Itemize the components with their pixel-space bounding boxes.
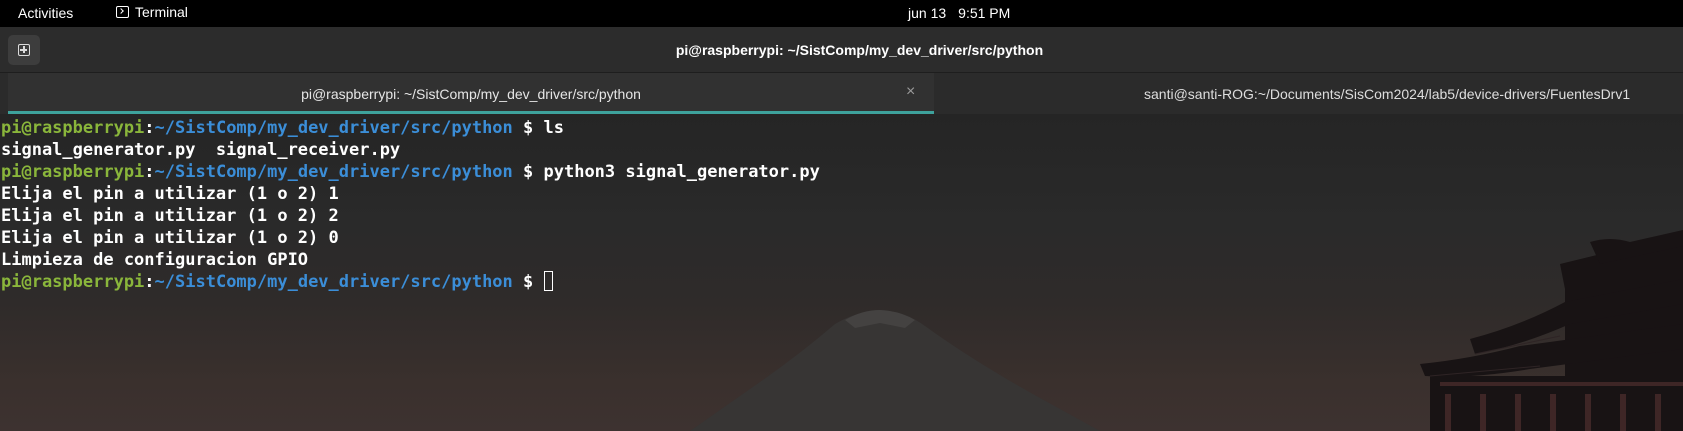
terminal-view[interactable]: pi@raspberrypi:~/SistComp/my_dev_driver/… xyxy=(0,114,1683,431)
tab-label: pi@raspberrypi: ~/SistComp/my_dev_driver… xyxy=(301,86,641,102)
prompt-path: ~/SistComp/my_dev_driver/src/python xyxy=(154,118,513,138)
prompt-user: pi@raspberrypi xyxy=(1,118,145,138)
clock-time: 9:51 PM xyxy=(958,5,1011,21)
terminal-prompt-line: pi@raspberrypi:~/SistComp/my_dev_driver/… xyxy=(1,271,820,293)
terminal-output-line: Elija el pin a utilizar (1 o 2) 1 xyxy=(1,184,339,204)
terminal-prompt-line: pi@raspberrypi:~/SistComp/my_dev_driver/… xyxy=(1,161,820,183)
close-tab-icon[interactable]: × xyxy=(906,84,915,100)
tab-santi-rog[interactable]: santi@santi-ROG:~/Documents/SisCom2024/l… xyxy=(934,73,1683,114)
terminal-output-line: Elija el pin a utilizar (1 o 2) 2 xyxy=(1,206,339,226)
terminal-prompt-line: pi@raspberrypi:~/SistComp/my_dev_driver/… xyxy=(1,117,820,139)
header-bar: pi@raspberrypi: ~/SistComp/my_dev_driver… xyxy=(0,27,1683,73)
clock[interactable]: jun 13 9:51 PM xyxy=(908,5,1010,21)
prompt-symbol: $ xyxy=(512,118,544,138)
prompt-user: pi@raspberrypi xyxy=(1,272,145,292)
prompt-symbol: $ xyxy=(512,272,544,292)
app-menu-label: Terminal xyxy=(135,4,188,20)
prompt-colon: : xyxy=(144,162,155,182)
terminal-output-line: Limpieza de configuracion GPIO xyxy=(1,250,309,270)
prompt-path: ~/SistComp/my_dev_driver/src/python xyxy=(154,162,513,182)
tab-raspberrypi[interactable]: pi@raspberrypi: ~/SistComp/my_dev_driver… xyxy=(8,73,934,114)
top-bar: Activities Terminal jun 13 9:51 PM xyxy=(0,0,1683,27)
prompt-colon: : xyxy=(144,272,155,292)
terminal-output-line: Elija el pin a utilizar (1 o 2) 0 xyxy=(1,228,339,248)
clock-date: jun 13 xyxy=(908,5,947,21)
prompt-user: pi@raspberrypi xyxy=(1,162,145,182)
terminal-cursor xyxy=(543,271,553,291)
command-text: ls xyxy=(543,118,564,138)
window-title: pi@raspberrypi: ~/SistComp/my_dev_driver… xyxy=(675,42,1044,58)
prompt-symbol: $ xyxy=(512,162,544,182)
prompt-path: ~/SistComp/my_dev_driver/src/python xyxy=(154,272,513,292)
terminal-output-line: signal_generator.py signal_receiver.py xyxy=(1,140,401,160)
prompt-colon: : xyxy=(144,118,155,138)
tab-bar: pi@raspberrypi: ~/SistComp/my_dev_driver… xyxy=(0,73,1683,114)
activities-button[interactable]: Activities xyxy=(18,5,73,21)
command-text: python3 signal_generator.py xyxy=(543,162,820,182)
terminal-icon xyxy=(116,6,129,18)
terminal-output: pi@raspberrypi:~/SistComp/my_dev_driver/… xyxy=(1,117,820,293)
tab-label: santi@santi-ROG:~/Documents/SisCom2024/l… xyxy=(1144,86,1631,102)
app-menu-terminal[interactable]: Terminal xyxy=(116,4,188,20)
